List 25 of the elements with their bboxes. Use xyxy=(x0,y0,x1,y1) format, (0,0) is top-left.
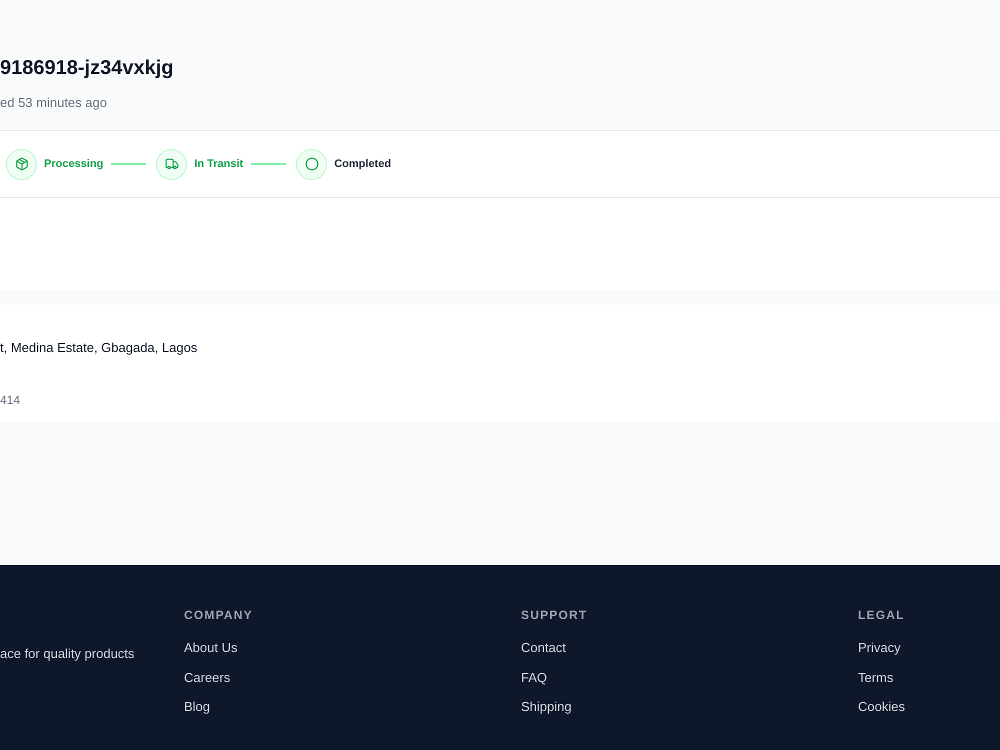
footer-link[interactable]: Terms xyxy=(858,668,905,686)
footer-link[interactable]: Privacy xyxy=(858,639,905,657)
package-icon xyxy=(6,148,37,180)
footer-heading: COMPANY xyxy=(184,607,253,623)
step-label: Completed xyxy=(334,158,392,170)
footer-heading: LEGAL xyxy=(858,607,905,623)
step-label: In Transit xyxy=(194,158,244,170)
order-title: 9186918-jz34vxkjg xyxy=(0,56,174,81)
phone-number: 414 xyxy=(0,392,20,409)
truck-icon xyxy=(156,148,188,180)
footer-link[interactable]: Contact xyxy=(521,639,572,657)
circle-icon xyxy=(296,148,328,180)
footer-link[interactable]: FAQ xyxy=(521,668,572,686)
footer-link[interactable]: Blog xyxy=(184,698,238,716)
footer-link[interactable]: Careers xyxy=(184,668,238,686)
footer-heading: SUPPORT xyxy=(521,607,588,623)
footer-link[interactable]: About Us xyxy=(184,639,238,657)
footer-link[interactable]: Shipping xyxy=(521,698,572,716)
progress-line xyxy=(111,163,146,165)
step-label: Processing xyxy=(44,158,104,170)
delivery-address: t, Medina Estate, Gbagada, Lagos xyxy=(0,339,198,357)
footer-tagline: ace for quality products xyxy=(0,645,134,663)
order-timestamp: ed 53 minutes ago xyxy=(0,94,107,112)
footer-link[interactable]: Cookies xyxy=(858,698,905,716)
progress-line xyxy=(251,163,286,165)
